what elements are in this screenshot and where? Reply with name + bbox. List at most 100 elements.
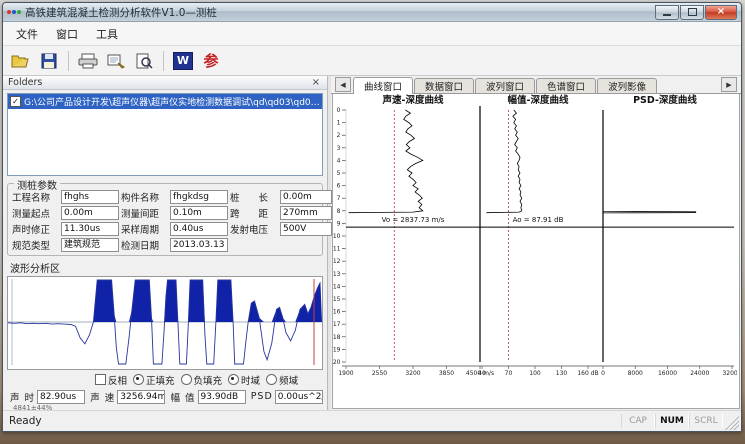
svg-text:0: 0	[337, 107, 341, 114]
span-field[interactable]: 270mm	[280, 206, 332, 220]
time-domain-radio[interactable]: 时域	[228, 373, 260, 387]
svg-text:5: 5	[337, 170, 341, 177]
test-date-field[interactable]: 2013.03.13	[170, 238, 228, 252]
list-item[interactable]: ✓ G:\公司产品设计开发\超声仪器\超声仪实地检测数据调试\qd\qd03\q…	[8, 94, 322, 109]
file-checkbox[interactable]: ✓	[10, 96, 21, 107]
svg-text:PSD-深度曲线: PSD-深度曲线	[633, 94, 697, 106]
pile-params-group: 测桩参数 工程名称 fhghs 构件名称 fhgkdsg 桩 长 0.00m 测…	[7, 183, 323, 256]
svg-text:7: 7	[337, 195, 341, 202]
toolbar-separator	[68, 51, 69, 71]
svg-text:9: 9	[337, 220, 341, 227]
svg-text:8: 8	[337, 208, 341, 215]
tab-wavetrain-image[interactable]: 波列影像	[597, 78, 657, 93]
invert-checkbox[interactable]: 反相	[95, 373, 127, 387]
close-button[interactable]: ×	[705, 5, 737, 20]
voltage-field[interactable]: 500V	[280, 222, 332, 236]
waveform-plot[interactable]	[7, 276, 323, 370]
save-button[interactable]	[37, 50, 61, 72]
radio-icon	[266, 374, 277, 385]
sample-period-field[interactable]: 0.40us	[170, 222, 228, 236]
printer-icon	[78, 53, 98, 69]
maximize-button[interactable]	[680, 5, 704, 20]
waveform-controls: 反相 正填充 负填充 时域 频域	[3, 373, 327, 387]
svg-text:3850: 3850	[439, 370, 454, 377]
tab-curve-window[interactable]: 曲线窗口	[353, 77, 413, 94]
svg-text:1900: 1900	[338, 370, 353, 377]
radio-icon	[133, 374, 144, 385]
psd-field[interactable]: 0.00us^2/m	[275, 390, 323, 404]
svg-text:16000: 16000	[658, 370, 677, 377]
fill-negative-radio[interactable]: 负填充	[181, 373, 223, 387]
print-setup-button[interactable]	[104, 50, 128, 72]
folders-caption: Folders ×	[3, 76, 327, 90]
radio-icon	[228, 374, 239, 385]
tab-scroll-left-button[interactable]: ◀	[335, 77, 351, 92]
resize-grip[interactable]	[725, 416, 739, 430]
svg-text:13: 13	[333, 271, 341, 278]
svg-text:Vo = 2837.73 m/s: Vo = 2837.73 m/s	[382, 216, 445, 224]
tab-data-window[interactable]: 数据窗口	[414, 78, 474, 93]
measure-start-field[interactable]: 0.00m	[61, 206, 119, 220]
open-file-button[interactable]	[9, 50, 33, 72]
window-title: 高铁建筑混凝土检测分析软件V1.0—测桩	[25, 5, 655, 20]
tab-wavetrain-window[interactable]: 波列窗口	[475, 78, 535, 93]
param-label: 工程名称	[12, 190, 59, 204]
curve-panel: ◀ 曲线窗口 数据窗口 波列窗口 色谱窗口 波列影像 ▶ 01234567891…	[331, 76, 741, 410]
scroll-left-icon: ◀	[340, 81, 345, 89]
title-bar[interactable]: 高铁建筑混凝土检测分析软件V1.0—测桩 ×	[3, 3, 741, 22]
minimize-icon	[663, 14, 671, 16]
svg-text:8000: 8000	[628, 370, 643, 377]
tab-scroll-right-button[interactable]: ▶	[721, 77, 737, 92]
menu-file[interactable]: 文件	[7, 24, 47, 44]
client-area: Folders × ✓ G:\公司产品设计开发\超声仪器\超声仪实地检测数据调试…	[3, 76, 741, 410]
measure-interval-field[interactable]: 0.10m	[170, 206, 228, 220]
param-icon: 参	[203, 50, 218, 71]
menu-tools[interactable]: 工具	[87, 24, 127, 44]
spec-type-field[interactable]: 建筑规范	[61, 238, 119, 252]
psd-label: PSD	[251, 391, 273, 402]
svg-text:2: 2	[337, 132, 341, 139]
param-label: 测量起点	[12, 206, 59, 220]
freq-domain-radio[interactable]: 频域	[266, 373, 298, 387]
svg-text:17: 17	[333, 321, 341, 328]
svg-text:10: 10	[333, 233, 341, 240]
tab-strip: ◀ 曲线窗口 数据窗口 波列窗口 色谱窗口 波列影像 ▶	[331, 76, 741, 94]
param-label: 检测日期	[121, 238, 168, 252]
folders-panel: Folders × ✓ G:\公司产品设计开发\超声仪器\超声仪实地检测数据调试…	[3, 76, 328, 410]
minimize-button[interactable]	[655, 5, 679, 20]
print-button[interactable]	[76, 50, 100, 72]
svg-text:100: 100	[529, 370, 541, 377]
folders-close-button[interactable]: ×	[310, 78, 322, 88]
word-export-button[interactable]: W	[171, 50, 195, 72]
tab-spectrum-window[interactable]: 色谱窗口	[536, 78, 596, 93]
sound-speed-field[interactable]: 3256.94m/s	[117, 390, 165, 404]
param-label: 发射电压	[230, 222, 278, 236]
svg-text:3: 3	[337, 145, 341, 152]
print-preview-button[interactable]	[132, 50, 156, 72]
sound-time-field[interactable]: 82.90us	[37, 390, 85, 404]
project-name-field[interactable]: fhghs	[61, 190, 119, 204]
num-indicator: NUM	[655, 414, 689, 428]
depth-curves-chart[interactable]: 01234567891011121314151617181920声速-深度曲线1…	[332, 94, 740, 409]
svg-text:19: 19	[333, 346, 341, 353]
menu-window[interactable]: 窗口	[47, 24, 87, 44]
depth-curves-svg: 01234567891011121314151617181920声速-深度曲线1…	[333, 94, 737, 386]
sound-speed-label: 声 速	[90, 390, 115, 404]
menu-bar: 文件 窗口 工具	[3, 22, 741, 46]
svg-text:12: 12	[333, 258, 341, 265]
svg-text:2550: 2550	[372, 370, 387, 377]
pile-params-title: 测桩参数	[14, 177, 60, 192]
fill-positive-radio[interactable]: 正填充	[133, 373, 175, 387]
close-icon: ×	[717, 7, 725, 17]
component-name-field[interactable]: fhgkdsg	[170, 190, 228, 204]
toolbar: W 参	[3, 46, 741, 76]
svg-text:32000: 32000	[722, 370, 737, 377]
svg-text:24000: 24000	[690, 370, 709, 377]
svg-text:16: 16	[333, 309, 341, 316]
file-listbox[interactable]: ✓ G:\公司产品设计开发\超声仪器\超声仪实地检测数据调试\qd\qd03\q…	[7, 93, 323, 176]
amplitude-field[interactable]: 93.90dB	[198, 390, 246, 404]
parameters-button[interactable]: 参	[199, 50, 223, 72]
pile-length-field[interactable]: 0.00m	[280, 190, 332, 204]
sound-correction-field[interactable]: 11.30us	[61, 222, 119, 236]
svg-text:4: 4	[337, 157, 341, 164]
